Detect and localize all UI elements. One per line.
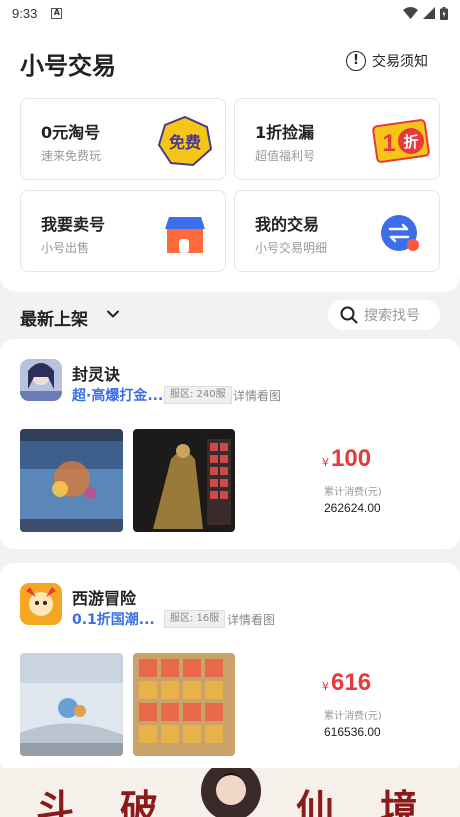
discount-card[interactable]: 1折捡漏 超值福利号 1 折	[234, 98, 440, 180]
trade-notice-label: 交易须知	[372, 54, 428, 70]
price-currency: ¥	[322, 680, 329, 693]
sort-dropdown[interactable]: 最新上架	[20, 305, 88, 330]
wifi-icon	[403, 7, 418, 19]
banner-char: 斗	[36, 786, 75, 817]
free-badge-icon: 免费	[157, 115, 213, 167]
card-subtitle: 速来免费玩	[41, 149, 102, 163]
shop-icon	[157, 207, 213, 259]
detail-link[interactable]: 详情看图	[233, 387, 281, 404]
spent-label: 累计消费(元)	[324, 487, 382, 498]
search-input[interactable]: 搜索找号	[328, 300, 440, 330]
card-title: 我的交易	[255, 215, 320, 234]
server-badge: 服区: 240服	[164, 386, 232, 404]
battery-icon	[440, 6, 448, 20]
game-tag: 0.1折国潮...	[72, 612, 155, 628]
spent-value: 262624.00	[324, 501, 381, 515]
chevron-down-icon[interactable]	[106, 307, 120, 321]
price-value: 100	[331, 445, 372, 472]
discount-number: 1	[382, 130, 395, 157]
card-subtitle: 小号出售	[41, 241, 90, 255]
exchange-icon	[371, 207, 427, 259]
card-title: 1折捡漏	[255, 123, 315, 142]
filter-bar: 最新上架 搜索找号	[0, 296, 460, 334]
trade-notice-link[interactable]: ! 交易须知	[346, 51, 428, 71]
discount-char: 折	[403, 133, 418, 151]
price-value: 616	[331, 669, 372, 696]
banner-portrait	[201, 768, 261, 817]
card-title: 0元淘号	[41, 123, 101, 142]
game-name: 西游冒险	[72, 589, 137, 608]
spent-label: 累计消费(元)	[324, 711, 382, 722]
status-bar: 9:33 A	[0, 0, 460, 26]
discount-badge-icon: 1 折	[371, 115, 430, 167]
price: ¥616	[322, 669, 371, 697]
price-currency: ¥	[322, 456, 329, 469]
game-avatar	[20, 583, 62, 625]
info-icon: !	[346, 51, 366, 71]
sell-account-card[interactable]: 我要卖号 小号出售	[20, 190, 226, 272]
spent-value: 616536.00	[324, 725, 381, 739]
promo-banner[interactable]: 斗 破 仙 境	[0, 768, 460, 817]
search-icon	[340, 306, 358, 324]
free-account-card[interactable]: 0元淘号 速来免费玩 免费	[20, 98, 226, 180]
screenshot-thumbnail[interactable]	[133, 429, 235, 532]
signal-icon	[423, 7, 435, 19]
game-avatar	[20, 359, 62, 401]
listing-card[interactable]: 封灵诀 超·高爆打金... 服区: 240服 详情看图 ¥100 累计消费(元)…	[0, 339, 460, 549]
card-subtitle: 超值福利号	[255, 149, 316, 163]
search-placeholder: 搜索找号	[364, 308, 420, 324]
banner-char: 破	[120, 786, 159, 817]
notification-badge: A	[51, 7, 63, 19]
card-title: 我要卖号	[41, 215, 106, 234]
screenshot-thumbnail[interactable]	[20, 429, 123, 532]
screenshot-thumbnail[interactable]	[133, 653, 235, 756]
my-trades-card[interactable]: 我的交易 小号交易明细	[234, 190, 440, 272]
detail-link[interactable]: 详情看图	[227, 611, 275, 628]
price: ¥100	[322, 445, 371, 473]
status-icons	[403, 6, 448, 20]
top-panel: 小号交易 ! 交易须知 0元淘号 速来免费玩 免费 1折捡漏 超值福利号 1 折	[0, 26, 460, 292]
card-subtitle: 小号交易明细	[255, 241, 328, 255]
game-tag: 超·高爆打金...	[72, 388, 164, 404]
free-badge-text: 免费	[169, 133, 201, 152]
page-title: 小号交易	[20, 52, 116, 80]
game-name: 封灵诀	[72, 365, 121, 384]
status-time: 9:33	[12, 5, 38, 21]
banner-char: 仙	[296, 786, 335, 817]
listing-card[interactable]: 西游冒险 0.1折国潮... 服区: 16服 详情看图 ¥616 累计消费(元)…	[0, 563, 460, 773]
screenshot-thumbnail[interactable]	[20, 653, 123, 756]
banner-char: 境	[380, 786, 419, 817]
server-badge: 服区: 16服	[164, 610, 226, 628]
